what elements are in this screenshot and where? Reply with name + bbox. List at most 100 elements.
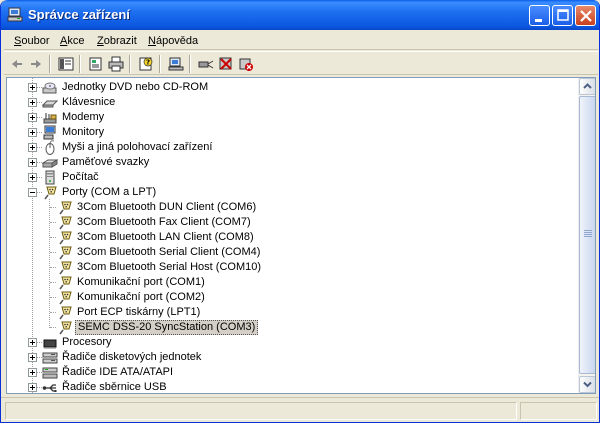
tree-device-item[interactable]: 3Com Bluetooth DUN Client (COM6): [7, 200, 567, 215]
expand-toggle[interactable]: [28, 128, 37, 137]
tree-category-item[interactable]: Řadiče disketových jednotek: [7, 350, 567, 365]
forward-icon[interactable]: [28, 56, 44, 72]
disable-device-icon[interactable]: [218, 56, 234, 72]
tree-device-item[interactable]: 3Com Bluetooth LAN Client (COM8): [7, 230, 567, 245]
properties-icon[interactable]: [88, 56, 104, 72]
tree-device-item[interactable]: Komunikační port (COM1): [7, 275, 567, 290]
tree-item-label: Počítač: [62, 171, 99, 183]
usb-controller-icon: [42, 384, 57, 392]
minimize-icon: [535, 19, 542, 22]
tree-category-item[interactable]: Procesory: [7, 335, 567, 350]
tree-device-item[interactable]: Komunikační port (COM2): [7, 290, 567, 305]
tree-item-label: Modemy: [62, 111, 105, 123]
collapse-toggle[interactable]: [28, 188, 37, 197]
vertical-scrollbar[interactable]: [578, 78, 595, 393]
maximize-button[interactable]: [552, 5, 573, 26]
tree-item-label: Komunikační port (COM2): [77, 291, 205, 303]
toolbar-separator: [159, 55, 161, 73]
tree-item-label: Procesory: [62, 336, 112, 348]
menu-zobrazit[interactable]: Zobrazit: [97, 34, 137, 48]
expand-toggle[interactable]: [28, 98, 37, 107]
toolbar: ?: [4, 51, 598, 75]
menu-bar: Soubor Akce Zobrazit Nápověda: [4, 30, 598, 50]
toolbar-separator: [129, 55, 131, 73]
tree-item-label: Řadiče sběrnice USB: [62, 381, 167, 393]
tree-item-label: Monitory: [62, 126, 105, 138]
storage-volume-icon: [42, 159, 58, 168]
tree-category-item[interactable]: Paměťové svazky: [7, 155, 567, 170]
tree-category-item[interactable]: Řadiče sběrnice USB: [7, 380, 567, 393]
tree-category-item[interactable]: Modemy: [7, 110, 567, 125]
tree-connector-line: [50, 207, 56, 208]
tree-item-label: Paměťové svazky: [62, 156, 150, 168]
expand-toggle[interactable]: [28, 113, 37, 122]
dvd-drive-icon: [42, 82, 57, 94]
expand-toggle[interactable]: [28, 353, 37, 362]
tree-category-item[interactable]: Myši a jiná polohovací zařízení: [7, 140, 567, 155]
scroll-up-button[interactable]: [579, 78, 595, 95]
tree-device-item[interactable]: SEMC DSS-20 SyncStation (COM3): [7, 320, 567, 335]
uninstall-device-icon[interactable]: [238, 56, 254, 72]
tree-category-item[interactable]: Řadiče IDE ATA/ATAPI: [7, 365, 567, 380]
device-manager-window: Správce zařízení Soubor Akce Zobrazit Ná…: [0, 0, 600, 423]
toolbar-separator: [79, 55, 81, 73]
close-button[interactable]: [575, 5, 596, 26]
expand-toggle[interactable]: [28, 338, 37, 347]
tree-device-item[interactable]: 3Com Bluetooth Serial Client (COM4): [7, 245, 567, 260]
update-driver-icon[interactable]: [198, 56, 214, 72]
tree-item-label: Řadiče disketových jednotek: [62, 351, 202, 363]
expand-toggle[interactable]: [28, 383, 37, 392]
tree-category-item[interactable]: Porty (COM a LPT): [7, 185, 567, 200]
mouse-icon: [45, 140, 55, 155]
tree-item-label: Komunikační port (COM1): [77, 276, 205, 288]
tree-connector-line: [50, 222, 56, 223]
tree-item-label: Porty (COM a LPT): [62, 186, 157, 198]
tree-item-label: 3Com Bluetooth Serial Client (COM4): [77, 246, 261, 258]
tree-item-label: Klávesnice: [62, 96, 116, 108]
expand-toggle[interactable]: [28, 368, 37, 377]
expand-toggle[interactable]: [28, 83, 37, 92]
toolbar-separator: [189, 55, 191, 73]
device-manager-icon: [7, 7, 23, 22]
menu-label: kce: [67, 35, 85, 47]
tree-category-item[interactable]: Monitory: [7, 125, 567, 140]
tree-category-item[interactable]: Klávesnice: [7, 95, 567, 110]
expand-toggle[interactable]: [28, 143, 37, 152]
menu-soubor[interactable]: Soubor: [14, 34, 49, 48]
status-cell-secondary: [520, 402, 597, 420]
tree-device-item[interactable]: 3Com Bluetooth Serial Host (COM10): [7, 260, 567, 275]
minimize-button[interactable]: [529, 5, 550, 26]
menu-napoveda[interactable]: Nápověda: [148, 34, 198, 48]
title-bar[interactable]: Správce zařízení: [1, 0, 599, 30]
port-icon: [59, 291, 72, 305]
tree-connector-line: [50, 282, 56, 283]
back-icon[interactable]: [9, 56, 25, 72]
help-icon[interactable]: ?: [138, 56, 154, 72]
scroll-down-button[interactable]: [579, 376, 595, 393]
menu-accel: Z: [97, 35, 104, 47]
menu-label: ápověda: [155, 35, 199, 47]
tree-item-label: 3Com Bluetooth Fax Client (COM7): [77, 216, 251, 228]
scroll-thumb[interactable]: [579, 96, 595, 374]
tree-device-item[interactable]: Port ECP tiskárny (LPT1): [7, 305, 567, 320]
port-icon: [59, 321, 72, 335]
tree-item-label: Jednotky DVD nebo CD-ROM: [62, 81, 209, 93]
show-hide-console-tree-icon[interactable]: [58, 56, 74, 72]
expand-toggle[interactable]: [28, 173, 37, 182]
menu-akce[interactable]: Akce: [60, 34, 84, 48]
scan-hardware-icon[interactable]: [168, 56, 184, 72]
tree-connector-line: [50, 297, 56, 298]
tree-category-item[interactable]: Počítač: [7, 170, 567, 185]
device-tree-pane[interactable]: Jednotky DVD nebo CD-ROM Klávesnice Modemy…: [6, 77, 596, 394]
tree-category-item[interactable]: Jednotky DVD nebo CD-ROM: [7, 80, 567, 95]
monitor-icon: [43, 125, 56, 140]
tree-item-label: 3Com Bluetooth LAN Client (COM8): [77, 231, 254, 243]
ide-controller-icon: [42, 367, 58, 379]
tree-device-item[interactable]: 3Com Bluetooth Fax Client (COM7): [7, 215, 567, 230]
window-title: Správce zařízení: [28, 7, 130, 22]
port-icon: [59, 201, 72, 215]
tree-item-label: Řadiče IDE ATA/ATAPI: [62, 366, 174, 378]
print-icon[interactable]: [108, 56, 124, 72]
scroll-grip: [584, 234, 592, 235]
expand-toggle[interactable]: [28, 158, 37, 167]
